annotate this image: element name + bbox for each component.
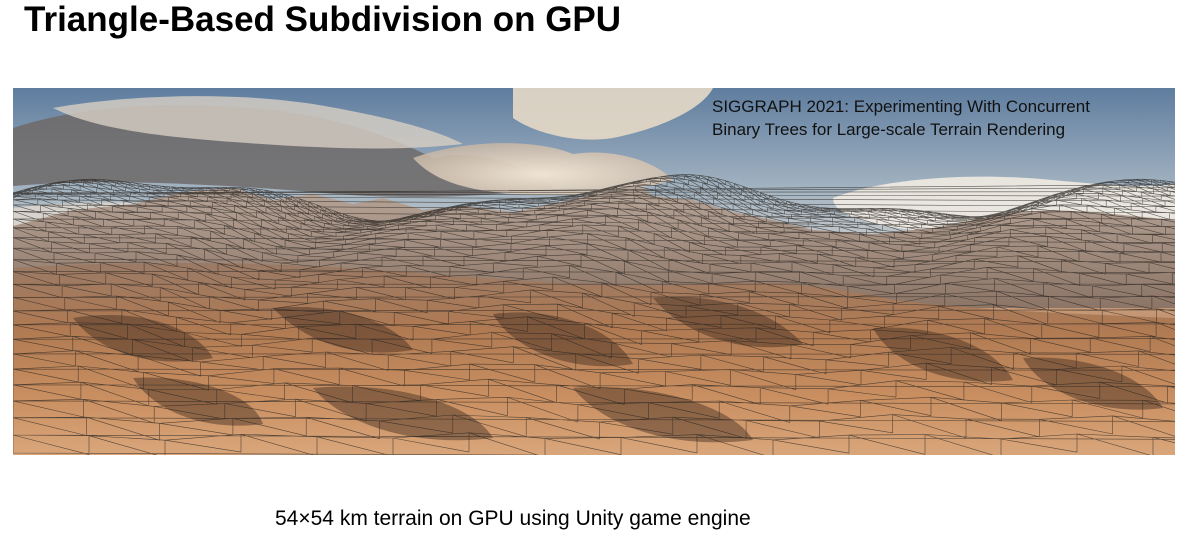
- footer-caption: 54×54 km terrain on GPU using Unity game…: [275, 507, 751, 530]
- terrain-render: [13, 88, 1175, 455]
- slide-title: Triangle-Based Subdivision on GPU: [24, 0, 622, 39]
- image-caption: SIGGRAPH 2021: Experimenting With Concur…: [712, 95, 1090, 141]
- image-caption-line-2: Binary Trees for Large-scale Terrain Ren…: [712, 120, 1066, 139]
- terrain-wireframe-image: [13, 88, 1175, 455]
- image-caption-line-1: SIGGRAPH 2021: Experimenting With Concur…: [712, 97, 1090, 116]
